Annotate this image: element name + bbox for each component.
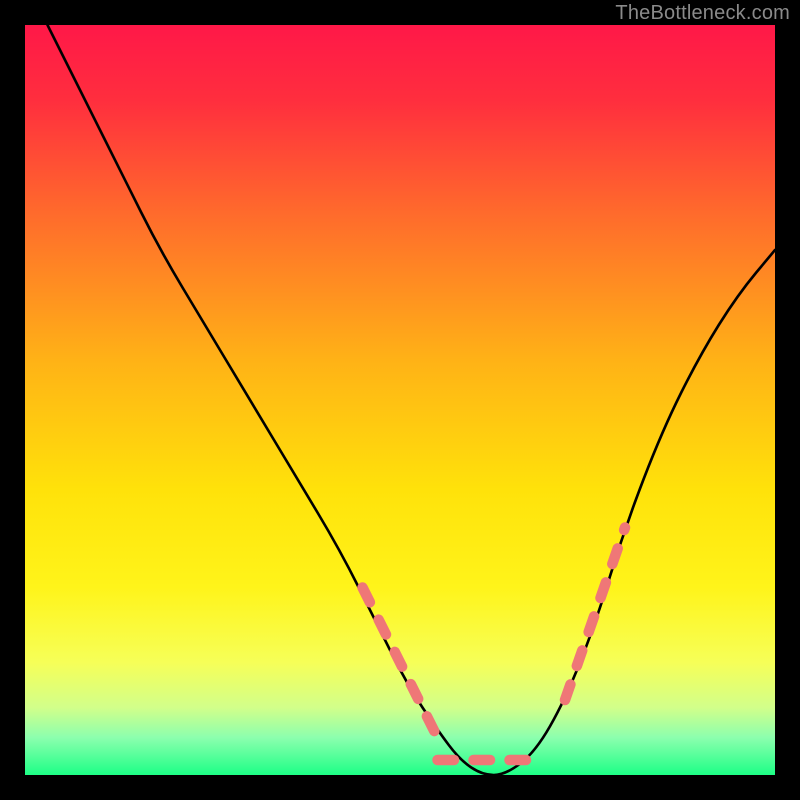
chart-stage: TheBottleneck.com xyxy=(0,0,800,800)
dash-left xyxy=(363,588,438,738)
plot-area xyxy=(25,25,775,775)
attribution-text: TheBottleneck.com xyxy=(615,2,790,25)
bottleneck-curve xyxy=(25,25,775,775)
curve-path xyxy=(48,25,776,775)
